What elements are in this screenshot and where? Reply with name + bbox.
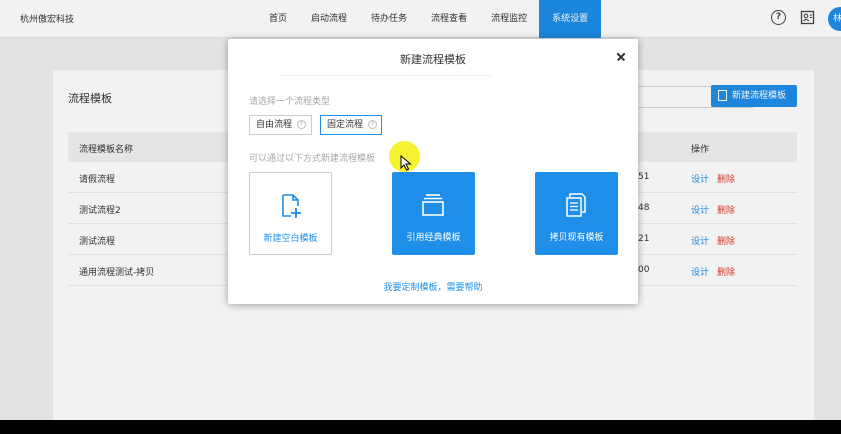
template-stack-icon — [422, 194, 444, 216]
free-process-option[interactable]: 自由流程? — [249, 115, 312, 135]
copy-existing-template-label: 拷贝现有模板 — [549, 233, 604, 243]
modal-title: 新建流程模板 — [400, 53, 466, 66]
mouse-cursor-icon — [400, 155, 412, 171]
use-classic-template-card[interactable]: 引用经典模板 — [392, 172, 475, 255]
custom-template-help-link[interactable]: 我要定制模板，需要帮助 — [228, 280, 638, 293]
fixed-process-label: 固定流程 — [327, 120, 364, 130]
new-blank-template-card[interactable]: 新建空白模板 — [249, 172, 332, 255]
fixed-process-option[interactable]: 固定流程? — [320, 115, 382, 135]
copy-existing-template-card[interactable]: 拷贝现有模板 — [535, 172, 618, 255]
question-icon[interactable]: ? — [368, 120, 378, 129]
bottom-black-bar — [0, 420, 841, 434]
new-template-modal: 新建流程模板 请选择一个流程类型 自由流程? 固定流程? 可以通过以下方式新建流… — [228, 39, 638, 304]
free-process-label: 自由流程 — [256, 120, 293, 130]
question-icon[interactable]: ? — [297, 120, 307, 129]
close-icon[interactable] — [615, 51, 627, 63]
divider — [278, 75, 493, 76]
new-file-icon — [282, 194, 301, 218]
new-blank-template-label: 新建空白模板 — [263, 234, 318, 244]
create-method-hint: 可以通过以下方式新建流程模板 — [249, 154, 376, 164]
copy-document-icon — [566, 193, 586, 217]
use-classic-template-label: 引用经典模板 — [406, 233, 461, 243]
process-type-prompt: 请选择一个流程类型 — [249, 97, 331, 107]
